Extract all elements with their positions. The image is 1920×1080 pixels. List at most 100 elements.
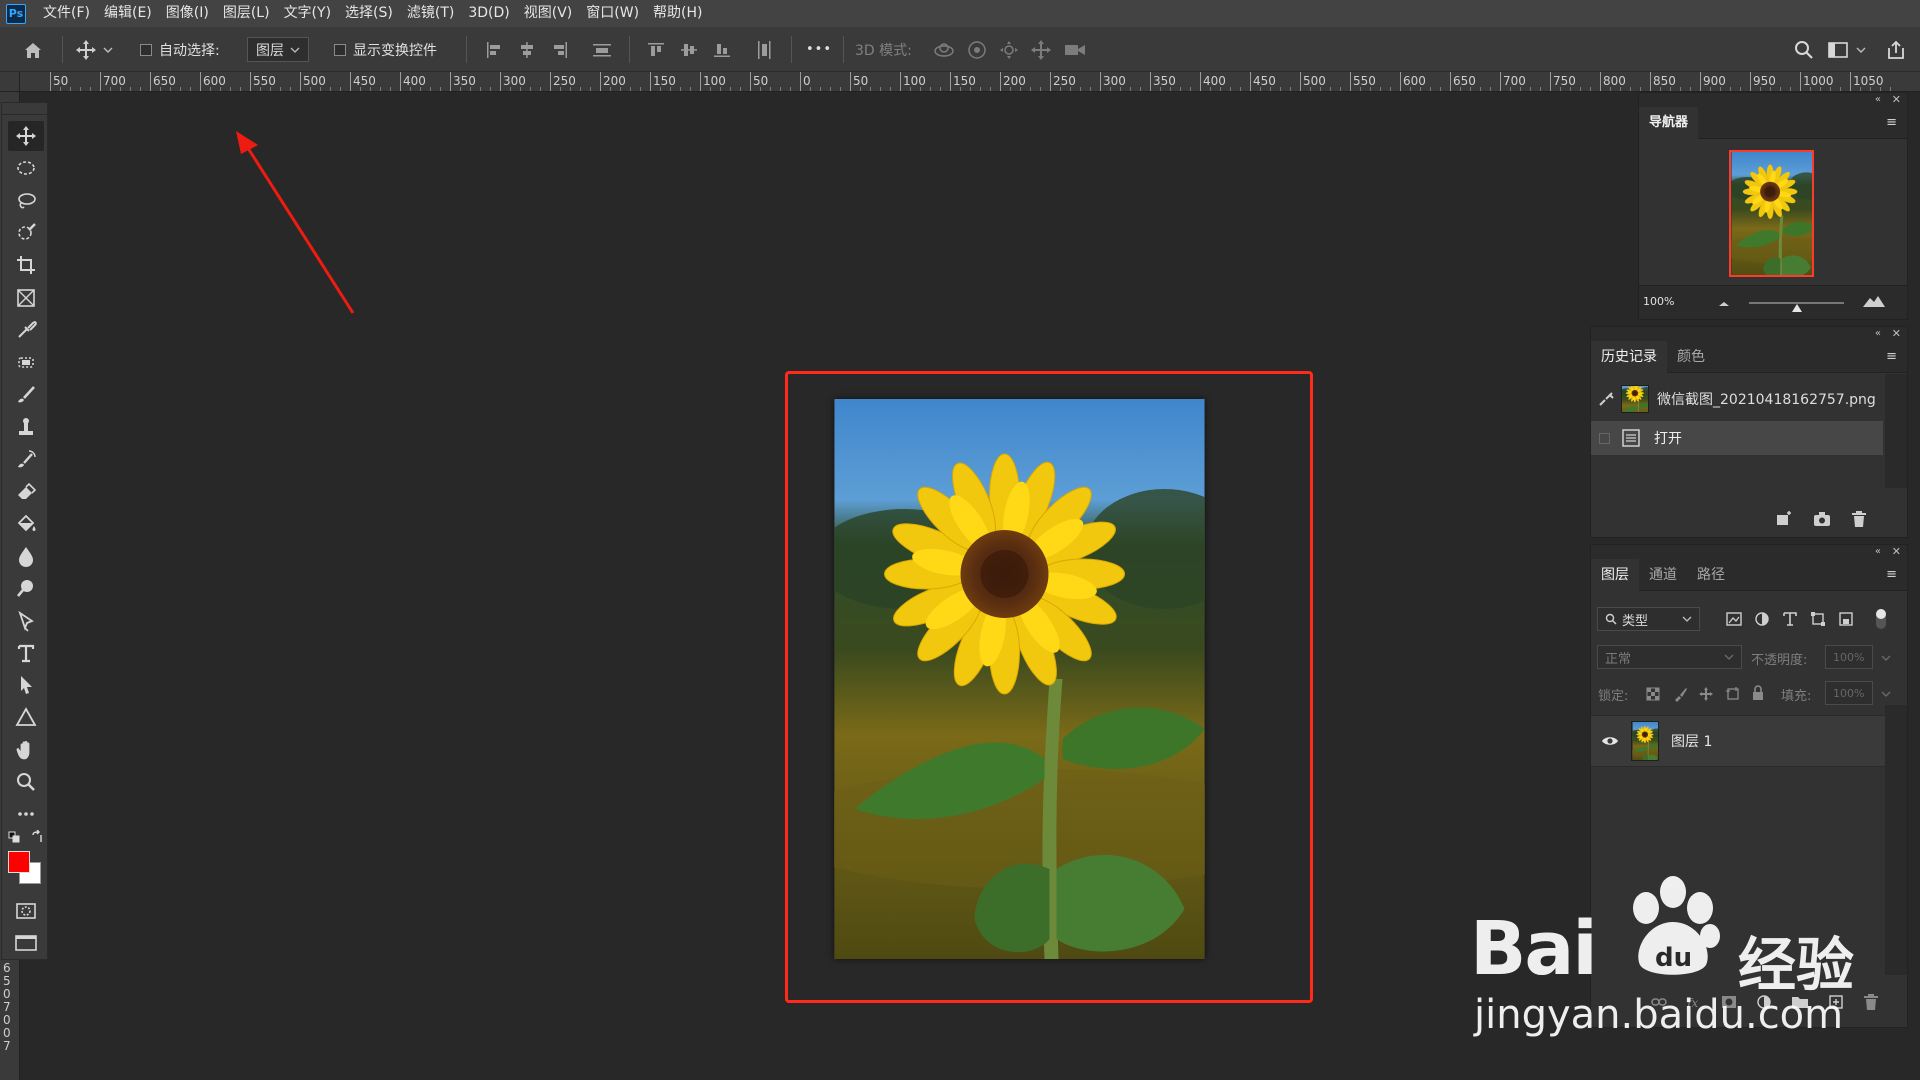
align-right-button[interactable] [550,27,570,72]
menu-help[interactable]: 帮助(H) [646,0,709,27]
move-tool-preset-button[interactable] [75,27,114,72]
menu-window[interactable]: 窗口(W) [579,0,646,27]
layer-style-fx-icon[interactable]: fx [1686,995,1702,1009]
tab-history[interactable]: 历史记录 [1591,341,1667,373]
trash-icon[interactable] [1851,510,1867,528]
opacity-input[interactable]: 100% [1825,645,1873,669]
lock-image-pixels-icon[interactable] [1672,686,1688,702]
lasso-tool[interactable] [8,186,44,216]
layer-name[interactable]: 图层 1 [1671,731,1712,751]
history-brush-source-icon[interactable] [1597,390,1615,408]
distribute-button[interactable] [591,27,613,72]
brush-tool[interactable] [8,379,44,409]
show-transform-controls-checkbox[interactable]: 显示变换控件 [334,27,437,72]
more-tools[interactable] [8,799,44,829]
screen-mode-button[interactable] [8,928,44,958]
marquee-tool[interactable] [8,153,44,183]
menu-edit[interactable]: 编辑(E) [97,0,159,27]
navigator-zoom-thumb[interactable] [1791,302,1803,312]
panel-grip[interactable] [2,103,47,115]
new-group-folder-icon[interactable] [1791,995,1809,1009]
workspace-button[interactable] [1827,27,1867,72]
filter-shape-layer-icon[interactable] [1810,611,1826,627]
tab-channels[interactable]: 通道 [1639,559,1687,591]
collapse-icon[interactable]: « [1875,93,1881,107]
healing-tool[interactable] [8,347,44,377]
layer-filter-kind-dropdown[interactable]: 类型 [1597,607,1700,631]
panel-menu-icon[interactable]: ≡ [1886,567,1897,582]
eyedropper-tool[interactable] [8,315,44,345]
history-step-row[interactable]: 打开 [1591,421,1883,455]
lock-position-icon[interactable] [1698,686,1714,702]
adjustment-layer-icon[interactable] [1756,994,1772,1010]
zoom-tool[interactable] [8,767,44,797]
menu-3d[interactable]: 3D(D) [461,0,516,27]
home-button[interactable] [22,27,44,72]
dodge-tool[interactable] [8,573,44,603]
distribute-vertical-button[interactable] [754,27,774,72]
new-document-from-state-icon[interactable] [1775,511,1793,527]
3d-slide-button[interactable] [1030,27,1052,72]
collapse-icon[interactable]: « [1875,545,1881,559]
tab-navigator[interactable]: 导航器 [1639,107,1699,139]
filter-smart-object-icon[interactable] [1838,611,1854,627]
document-canvas[interactable] [48,93,1638,1080]
swap-colors-button[interactable] [30,829,44,844]
eye-icon[interactable] [1601,735,1619,747]
pen-tool[interactable] [8,606,44,636]
move-tool[interactable] [8,121,44,151]
menu-type[interactable]: 文字(Y) [277,0,338,27]
align-top-button[interactable] [646,27,666,72]
panel-menu-icon[interactable]: ≡ [1886,115,1897,130]
eraser-tool[interactable] [8,476,44,506]
zoom-out-icon[interactable] [1717,298,1731,308]
crop-tool[interactable] [8,250,44,280]
type-tool[interactable] [8,638,44,668]
3d-camera-button[interactable] [1063,27,1087,72]
menu-layer[interactable]: 图层(L) [216,0,277,27]
history-snapshot-row[interactable]: 微信截图_20210418162757.png [1591,379,1883,419]
blur-tool[interactable] [8,541,44,571]
lock-artboard-icon[interactable] [1725,686,1741,702]
align-left-button[interactable] [484,27,504,72]
chevron-down-icon[interactable] [1881,653,1891,663]
hand-tool[interactable] [8,735,44,765]
close-icon[interactable]: ✕ [1892,93,1901,107]
tab-color[interactable]: 颜色 [1667,341,1715,373]
close-icon[interactable]: ✕ [1892,327,1901,341]
filter-pixel-layer-icon[interactable] [1726,612,1742,626]
tab-layers[interactable]: 图层 [1591,559,1639,591]
stamp-tool[interactable] [8,412,44,442]
search-button[interactable] [1793,27,1815,72]
camera-icon[interactable] [1813,511,1831,527]
filter-type-layer-icon[interactable] [1782,611,1798,627]
blend-mode-dropdown[interactable]: 正常 [1597,645,1742,669]
frame-tool[interactable] [8,283,44,313]
menu-select[interactable]: 选择(S) [338,0,400,27]
path-select-tool[interactable] [8,670,44,700]
tab-paths[interactable]: 路径 [1687,559,1735,591]
more-options-button[interactable]: ••• [806,27,832,72]
filter-adjustment-layer-icon[interactable] [1754,611,1770,627]
layer-mask-icon[interactable] [1721,995,1737,1009]
close-icon[interactable]: ✕ [1892,545,1901,559]
quick-mask-button[interactable] [8,896,44,926]
navigator-preview[interactable] [1729,150,1814,277]
layers-scrollbar[interactable] [1885,705,1907,975]
zoom-in-icon[interactable] [1862,293,1886,309]
collapse-icon[interactable]: « [1875,327,1881,341]
paint-bucket-tool[interactable] [8,509,44,539]
3d-orbit-button[interactable] [932,27,956,72]
navigator-zoom-value[interactable]: 100% [1643,295,1674,308]
lock-transparent-pixels-icon[interactable] [1646,687,1660,701]
menu-file[interactable]: 文件(F) [36,0,97,27]
panel-menu-icon[interactable]: ≡ [1886,349,1897,364]
layer-row[interactable]: 图层 1 [1591,715,1887,767]
new-layer-icon[interactable] [1828,994,1844,1010]
chevron-down-icon[interactable] [1881,689,1891,699]
history-brush-tool[interactable] [8,444,44,474]
quick-select-tool[interactable] [8,218,44,248]
auto-select-checkbox[interactable]: 自动选择: [140,27,220,72]
align-bottom-button[interactable] [712,27,732,72]
history-step-checkbox[interactable] [1599,432,1610,444]
